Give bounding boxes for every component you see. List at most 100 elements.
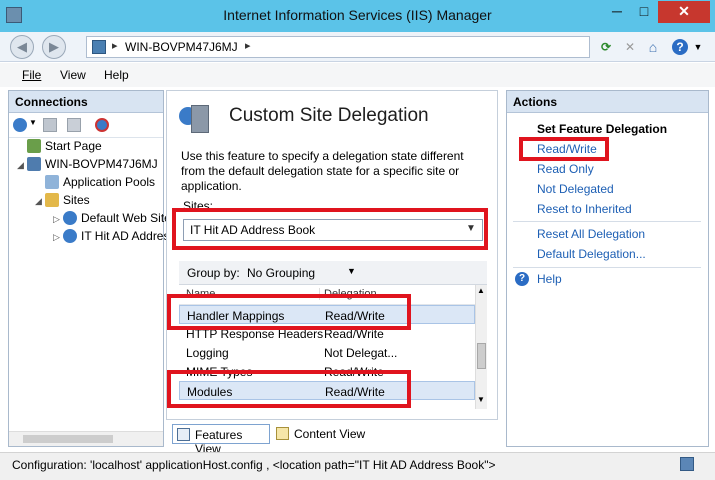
stop-icon[interactable]: ✕ (622, 39, 638, 55)
tree-label: Start Page (45, 139, 102, 153)
navigation-bar: ◀ ▶ ▸ WIN-BOVPM47J6MJ ▸ ⟳ ✕ ⌂ ? ▼ (0, 32, 715, 62)
tree-item-default-web-site[interactable]: ▷ Default Web Site (9, 211, 171, 229)
action-not-delegated[interactable]: Not Delegated (537, 182, 614, 196)
connections-toolbar: ▼ (9, 114, 163, 138)
connect-globe-icon[interactable] (13, 118, 27, 132)
sites-dropdown-value: IT Hit AD Address Book (190, 223, 316, 237)
action-help[interactable]: Help (537, 272, 562, 286)
action-reset-inherited[interactable]: Reset to Inherited (537, 202, 632, 216)
tab-features-view[interactable]: Features View (172, 424, 270, 456)
tree-label: Application Pools (63, 175, 156, 189)
view-tabs: Features View Content View (166, 422, 498, 456)
group-by-dropdown[interactable]: No Grouping (247, 266, 315, 280)
row-name: MIME Types (186, 365, 253, 379)
address-separator: ▸ (112, 40, 118, 52)
tree-label: WIN-BOVPM47J6MJ (45, 157, 158, 171)
close-button[interactable]: ✕ (658, 1, 710, 23)
column-header-name[interactable]: Name (186, 288, 215, 300)
back-button[interactable]: ◀ (10, 35, 34, 59)
menu-file[interactable]: File (22, 68, 41, 82)
column-header-delegation[interactable]: Delegation (319, 288, 377, 300)
sites-dropdown[interactable]: IT Hit AD Address Book ▼ (183, 219, 483, 241)
grid-vscrollbar[interactable]: ▲ ▼ (475, 285, 487, 409)
menu-view[interactable]: View (60, 68, 86, 82)
chevron-down-icon[interactable]: ▼ (466, 223, 476, 234)
menu-bar: File View Help (0, 63, 715, 87)
scroll-up-icon[interactable]: ▲ (477, 286, 485, 295)
actions-title: Actions (507, 91, 708, 113)
table-row[interactable]: Modules Read/Write (179, 381, 475, 400)
chevron-down-icon[interactable]: ▼ (347, 266, 356, 276)
up-level-icon[interactable] (67, 118, 81, 132)
actions-pane: Actions Set Feature Delegation Read/Writ… (506, 90, 709, 447)
actions-section-title: Set Feature Delegation (537, 122, 668, 136)
action-read-write[interactable]: Read/Write (537, 142, 597, 156)
forward-button[interactable]: ▶ (42, 35, 66, 59)
collapse-icon[interactable]: ◢ (35, 196, 45, 207)
tree-item-it-hit-site[interactable]: ▷ IT Hit AD Address Book (9, 229, 206, 247)
row-delegation: Read/Write (324, 327, 384, 341)
scroll-thumb[interactable] (477, 343, 486, 369)
row-name: HTTP Response Headers (186, 327, 324, 341)
feature-description: Use this feature to specify a delegation… (181, 149, 464, 193)
table-row[interactable]: MIME Types Read/Write (179, 362, 475, 381)
sites-label: Sites: (183, 199, 214, 213)
connections-hscrollbar[interactable] (9, 431, 163, 446)
action-reset-all[interactable]: Reset All Delegation (537, 227, 645, 241)
address-path[interactable]: WIN-BOVPM47J6MJ (125, 40, 238, 54)
network-status-icon (680, 457, 694, 471)
globe-icon (63, 211, 77, 225)
start-page-icon (27, 139, 41, 153)
address-separator-end[interactable]: ▸ (245, 39, 251, 52)
title-bar: Internet Information Services (IIS) Mana… (0, 0, 715, 32)
table-row[interactable]: Handler Mappings Read/Write (179, 305, 475, 324)
tab-content-view[interactable]: Content View (272, 424, 372, 444)
expand-icon[interactable]: ▷ (53, 214, 63, 225)
tree-item-app-pools[interactable]: Application Pools (9, 175, 163, 193)
delegation-grid: Name Delegation Handler Mappings Read/Wr… (179, 285, 487, 409)
expand-icon[interactable]: ▷ (53, 232, 63, 243)
tree-item-start-page[interactable]: Start Page (9, 139, 163, 157)
row-name: Modules (187, 385, 233, 399)
scroll-down-icon[interactable]: ▼ (477, 395, 485, 404)
tree-item-server[interactable]: ◢ WIN-BOVPM47J6MJ (9, 157, 163, 175)
action-read-only[interactable]: Read Only (537, 162, 594, 176)
feature-pane: Custom Site Delegation Use this feature … (166, 90, 500, 456)
refresh-icon[interactable]: ⟳ (598, 39, 614, 55)
grid-header: Name Delegation (179, 285, 475, 305)
group-by-label: Group by: (187, 266, 240, 280)
table-row[interactable]: Logging Not Delegat... (179, 343, 475, 362)
row-delegation: Not Delegat... (324, 346, 398, 360)
status-bar: Configuration: 'localhost' applicationHo… (0, 452, 715, 480)
address-bar[interactable]: ▸ WIN-BOVPM47J6MJ ▸ (86, 36, 590, 58)
help-dropdown-icon[interactable]: ▼ (690, 39, 706, 55)
feature-content: Custom Site Delegation Use this feature … (166, 90, 498, 420)
row-delegation: Read/Write (325, 309, 385, 323)
connections-tree: Start Page ◢ WIN-BOVPM47J6MJ Application … (9, 139, 206, 247)
folder-icon (45, 193, 59, 207)
server-node-icon (27, 157, 41, 171)
maximize-button[interactable]: □ (631, 1, 657, 23)
tree-item-sites[interactable]: ◢ Sites (9, 193, 163, 211)
collapse-icon[interactable]: ◢ (17, 160, 27, 171)
actions-divider (513, 267, 701, 268)
scroll-thumb[interactable] (23, 435, 113, 443)
disconnect-icon[interactable] (95, 118, 109, 132)
help-icon[interactable]: ? (672, 39, 688, 55)
page-title: Custom Site Delegation (229, 105, 429, 126)
group-by-bar: Group by: No Grouping ▼ (179, 261, 487, 285)
home-icon[interactable]: ⌂ (645, 39, 661, 55)
action-default-delegation[interactable]: Default Delegation... (537, 247, 646, 261)
connect-dropdown-icon[interactable]: ▼ (29, 118, 37, 127)
save-icon[interactable] (43, 118, 57, 132)
status-text: Configuration: 'localhost' applicationHo… (12, 458, 496, 472)
features-view-icon (177, 428, 190, 441)
table-row[interactable]: HTTP Response Headers Read/Write (179, 324, 475, 343)
row-name: Handler Mappings (187, 309, 285, 323)
menu-help[interactable]: Help (104, 68, 129, 82)
connections-title: Connections (9, 91, 163, 113)
tab-label: Content View (294, 427, 366, 441)
row-delegation: Read/Write (324, 365, 384, 379)
globe-icon (63, 229, 77, 243)
minimize-button[interactable]: ─ (604, 1, 630, 23)
